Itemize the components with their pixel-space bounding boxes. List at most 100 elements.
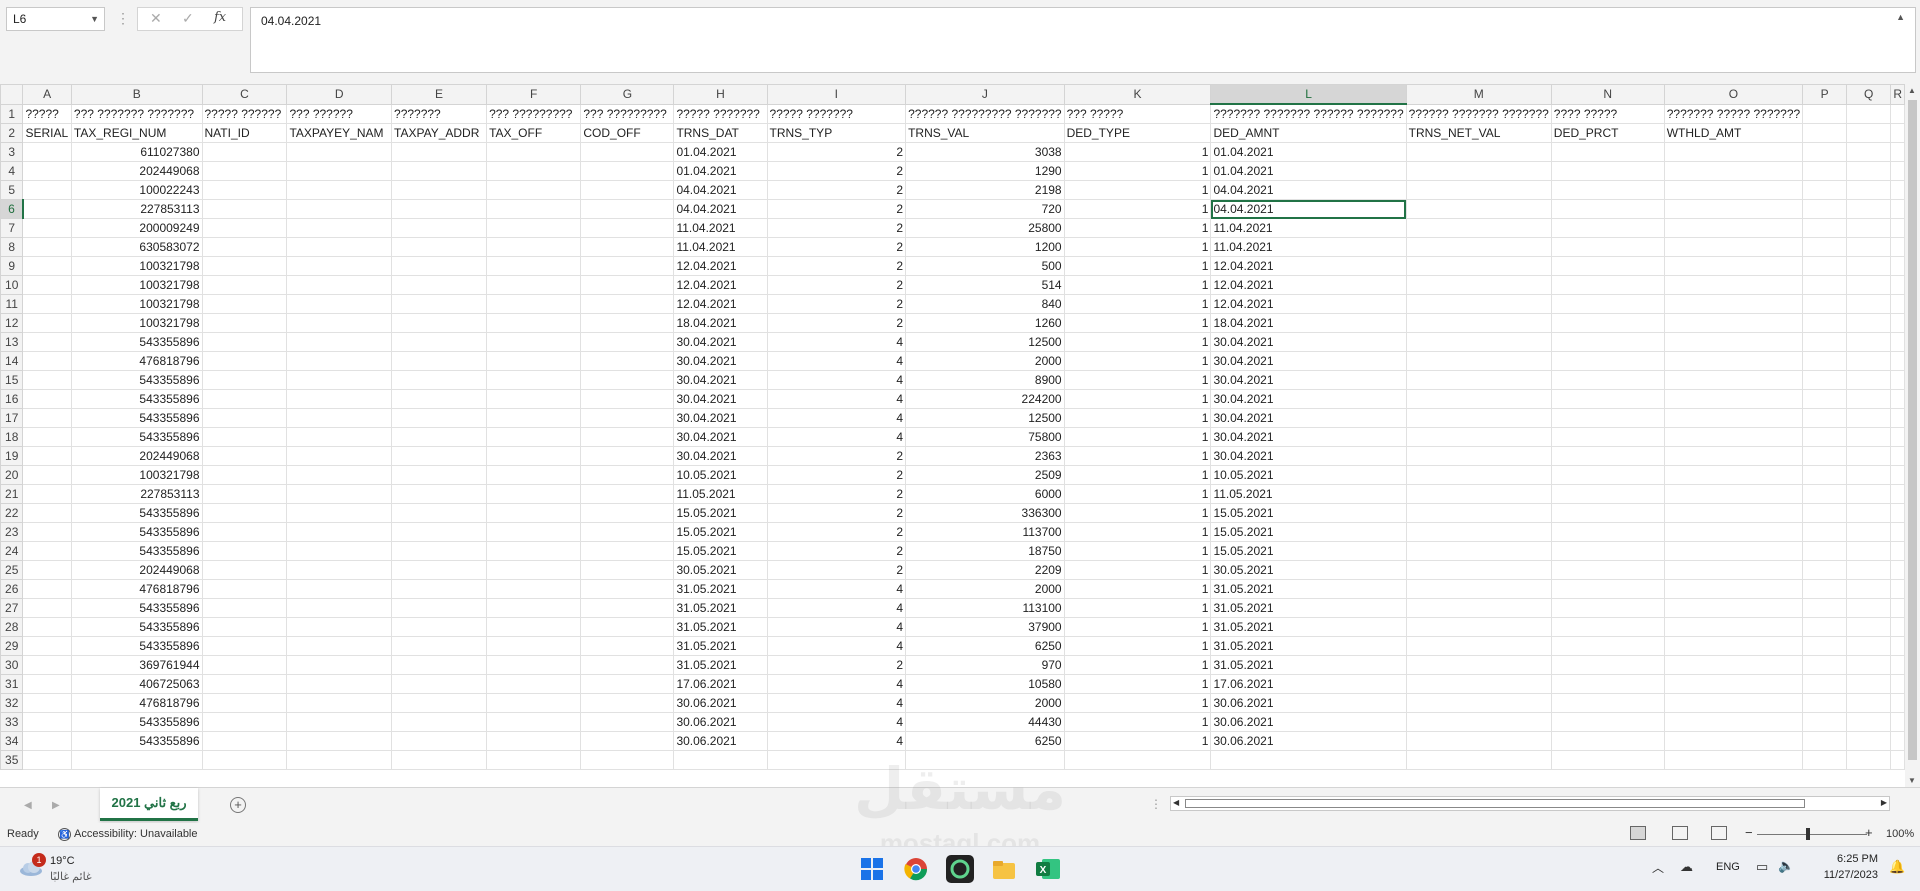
cell-d26[interactable] xyxy=(286,579,393,599)
cell-o15[interactable] xyxy=(1663,370,1804,390)
cell-e30[interactable] xyxy=(391,655,488,675)
cell-a8[interactable] xyxy=(22,237,72,257)
cell-e28[interactable] xyxy=(391,617,488,637)
cell-g19[interactable] xyxy=(580,446,675,466)
cell-o22[interactable] xyxy=(1663,503,1804,523)
cell-n4[interactable] xyxy=(1550,161,1665,181)
cell-e27[interactable] xyxy=(391,598,488,618)
cell-k19[interactable]: 1 xyxy=(1063,446,1212,466)
cell-p19[interactable] xyxy=(1802,446,1847,466)
cell-g29[interactable] xyxy=(580,636,675,656)
cell-d10[interactable] xyxy=(286,275,393,295)
cell-h28[interactable]: 31.05.2021 xyxy=(673,617,768,637)
cell-d7[interactable] xyxy=(286,218,393,238)
cell-l8[interactable]: 11.04.2021 xyxy=(1210,237,1407,257)
cell-d22[interactable] xyxy=(286,503,393,523)
cell-r9[interactable] xyxy=(1890,256,1905,276)
cell-d27[interactable] xyxy=(286,598,393,618)
cell-a24[interactable] xyxy=(22,541,72,561)
cell-n6[interactable] xyxy=(1550,199,1665,219)
cell-b20[interactable]: 100321798 xyxy=(70,465,203,485)
cell-f19[interactable] xyxy=(486,446,582,466)
cell-j29[interactable]: 6250 xyxy=(905,636,1065,656)
add-sheet-icon[interactable]: + xyxy=(230,797,246,813)
enter-icon[interactable]: ✓ xyxy=(182,10,194,27)
horizontal-scroll-thumb[interactable] xyxy=(1185,799,1805,808)
cell-b22[interactable]: 543355896 xyxy=(70,503,203,523)
cell-q11[interactable] xyxy=(1845,294,1892,314)
cell-e4[interactable] xyxy=(391,161,488,181)
row-header[interactable]: 15 xyxy=(0,370,24,390)
cell-p35[interactable] xyxy=(1802,750,1847,770)
cell-o20[interactable] xyxy=(1663,465,1804,485)
cell-i35[interactable] xyxy=(766,750,907,770)
row-header[interactable]: 16 xyxy=(0,389,24,409)
cell-q31[interactable] xyxy=(1845,674,1892,694)
cell-d14[interactable] xyxy=(286,351,393,371)
cell-j32[interactable]: 2000 xyxy=(905,693,1065,713)
cell-a21[interactable] xyxy=(22,484,72,504)
cell-i19[interactable]: 2 xyxy=(766,446,907,466)
row-header[interactable]: 28 xyxy=(0,617,24,637)
cell-m7[interactable] xyxy=(1405,218,1552,238)
row-header[interactable]: 11 xyxy=(0,294,24,314)
cell-l12[interactable]: 18.04.2021 xyxy=(1210,313,1407,333)
cell-m8[interactable] xyxy=(1405,237,1552,257)
row-header[interactable]: 13 xyxy=(0,332,24,352)
cell-b7[interactable]: 200009249 xyxy=(70,218,203,238)
cell-n9[interactable] xyxy=(1550,256,1665,276)
cell-d9[interactable] xyxy=(286,256,393,276)
cell-i20[interactable]: 2 xyxy=(766,465,907,485)
cell-r3[interactable] xyxy=(1890,142,1905,162)
cell-i33[interactable]: 4 xyxy=(766,712,907,732)
cell-l19[interactable]: 30.04.2021 xyxy=(1210,446,1407,466)
cell-j23[interactable]: 113700 xyxy=(905,522,1065,542)
cell-i6[interactable]: 2 xyxy=(766,199,907,219)
cell-a25[interactable] xyxy=(22,560,72,580)
cell-a11[interactable] xyxy=(22,294,72,314)
zoom-in-icon[interactable]: + xyxy=(1865,825,1873,840)
column-header-p[interactable]: P xyxy=(1802,84,1847,105)
column-header-i[interactable]: I xyxy=(766,84,907,105)
cell-r18[interactable] xyxy=(1890,427,1905,447)
cell-c11[interactable] xyxy=(201,294,288,314)
cell-l26[interactable]: 31.05.2021 xyxy=(1210,579,1407,599)
cell-h27[interactable]: 31.05.2021 xyxy=(673,598,768,618)
cell-h13[interactable]: 30.04.2021 xyxy=(673,332,768,352)
cell-e23[interactable] xyxy=(391,522,488,542)
cell-h11[interactable]: 12.04.2021 xyxy=(673,294,768,314)
column-header-a[interactable]: A xyxy=(22,84,72,105)
cell-i4[interactable]: 2 xyxy=(766,161,907,181)
cell-b12[interactable]: 100321798 xyxy=(70,313,203,333)
cell-g23[interactable] xyxy=(580,522,675,542)
cell-g24[interactable] xyxy=(580,541,675,561)
cell-r22[interactable] xyxy=(1890,503,1905,523)
cell-k28[interactable]: 1 xyxy=(1063,617,1212,637)
cell-q12[interactable] xyxy=(1845,313,1892,333)
cell-o13[interactable] xyxy=(1663,332,1804,352)
row-header[interactable]: 22 xyxy=(0,503,24,523)
cell-p2[interactable] xyxy=(1802,123,1847,143)
cell-q24[interactable] xyxy=(1845,541,1892,561)
cell-b24[interactable]: 543355896 xyxy=(70,541,203,561)
cell-e7[interactable] xyxy=(391,218,488,238)
cell-c34[interactable] xyxy=(201,731,288,751)
cell-f5[interactable] xyxy=(486,180,582,200)
cell-k4[interactable]: 1 xyxy=(1063,161,1212,181)
cell-i21[interactable]: 2 xyxy=(766,484,907,504)
row-header[interactable]: 20 xyxy=(0,465,24,485)
cell-f17[interactable] xyxy=(486,408,582,428)
cell-f18[interactable] xyxy=(486,427,582,447)
cell-i27[interactable]: 4 xyxy=(766,598,907,618)
cell-c17[interactable] xyxy=(201,408,288,428)
cell-o21[interactable] xyxy=(1663,484,1804,504)
cell-n30[interactable] xyxy=(1550,655,1665,675)
cell-r13[interactable] xyxy=(1890,332,1905,352)
cell-g20[interactable] xyxy=(580,465,675,485)
cell-m31[interactable] xyxy=(1405,674,1552,694)
column-header-q[interactable]: Q xyxy=(1845,84,1892,105)
cell-r10[interactable] xyxy=(1890,275,1905,295)
cell-e32[interactable] xyxy=(391,693,488,713)
tab-scroll-right-icon[interactable]: ▶ xyxy=(52,800,60,811)
cell-c24[interactable] xyxy=(201,541,288,561)
